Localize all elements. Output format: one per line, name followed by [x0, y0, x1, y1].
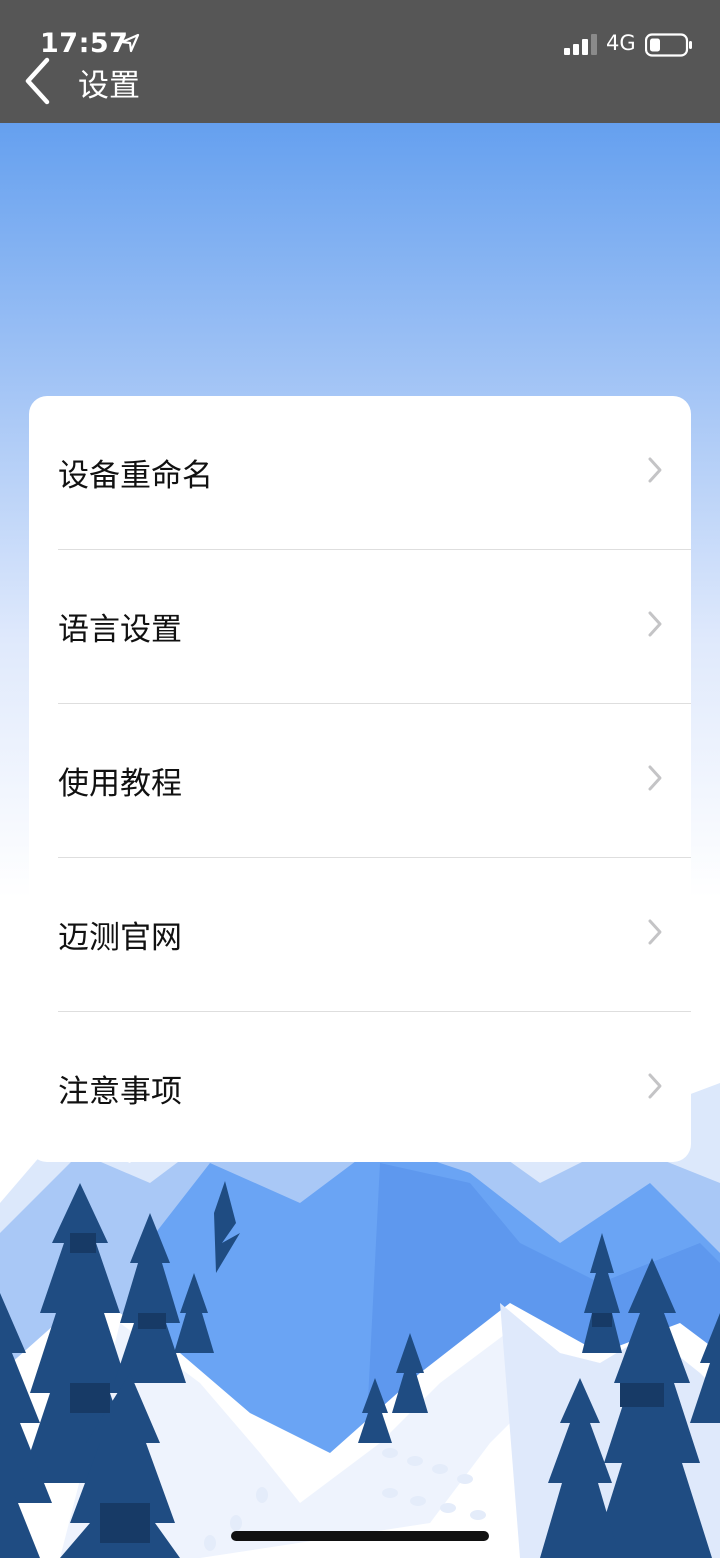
- chevron-right-icon: [648, 919, 662, 945]
- settings-row-label: 语言设置: [58, 612, 182, 648]
- signal-icon: [564, 34, 597, 55]
- settings-card: 设备重命名 语言设置 使用教程 迈测官网 注意事项: [29, 396, 691, 1162]
- settings-row-tutorial[interactable]: 使用教程: [58, 704, 691, 858]
- status-time: 17:57: [40, 28, 129, 59]
- chevron-right-icon: [648, 1073, 662, 1099]
- chevron-right-icon: [648, 611, 662, 637]
- settings-row-language[interactable]: 语言设置: [58, 550, 691, 704]
- hero-background: 设备重命名 语言设置 使用教程 迈测官网 注意事项: [0, 123, 720, 1558]
- settings-row-label: 设备重命名: [58, 458, 213, 494]
- location-arrow-icon: [120, 33, 140, 53]
- settings-row-label: 迈测官网: [58, 920, 182, 956]
- chevron-right-icon: [648, 457, 662, 483]
- settings-row-website[interactable]: 迈测官网: [58, 858, 691, 1012]
- top-bar: 17:57 4G 设置: [0, 0, 720, 123]
- chevron-right-icon: [648, 765, 662, 791]
- settings-row-label: 使用教程: [58, 766, 182, 802]
- back-chevron-icon[interactable]: [22, 56, 54, 106]
- settings-row-rename[interactable]: 设备重命名: [58, 396, 691, 550]
- page-title: 设置: [78, 68, 140, 104]
- home-indicator: [231, 1531, 489, 1541]
- network-label: 4G: [606, 31, 636, 55]
- settings-row-label: 注意事项: [58, 1074, 182, 1110]
- battery-icon: [645, 33, 692, 57]
- settings-row-notes[interactable]: 注意事项: [58, 1012, 691, 1165]
